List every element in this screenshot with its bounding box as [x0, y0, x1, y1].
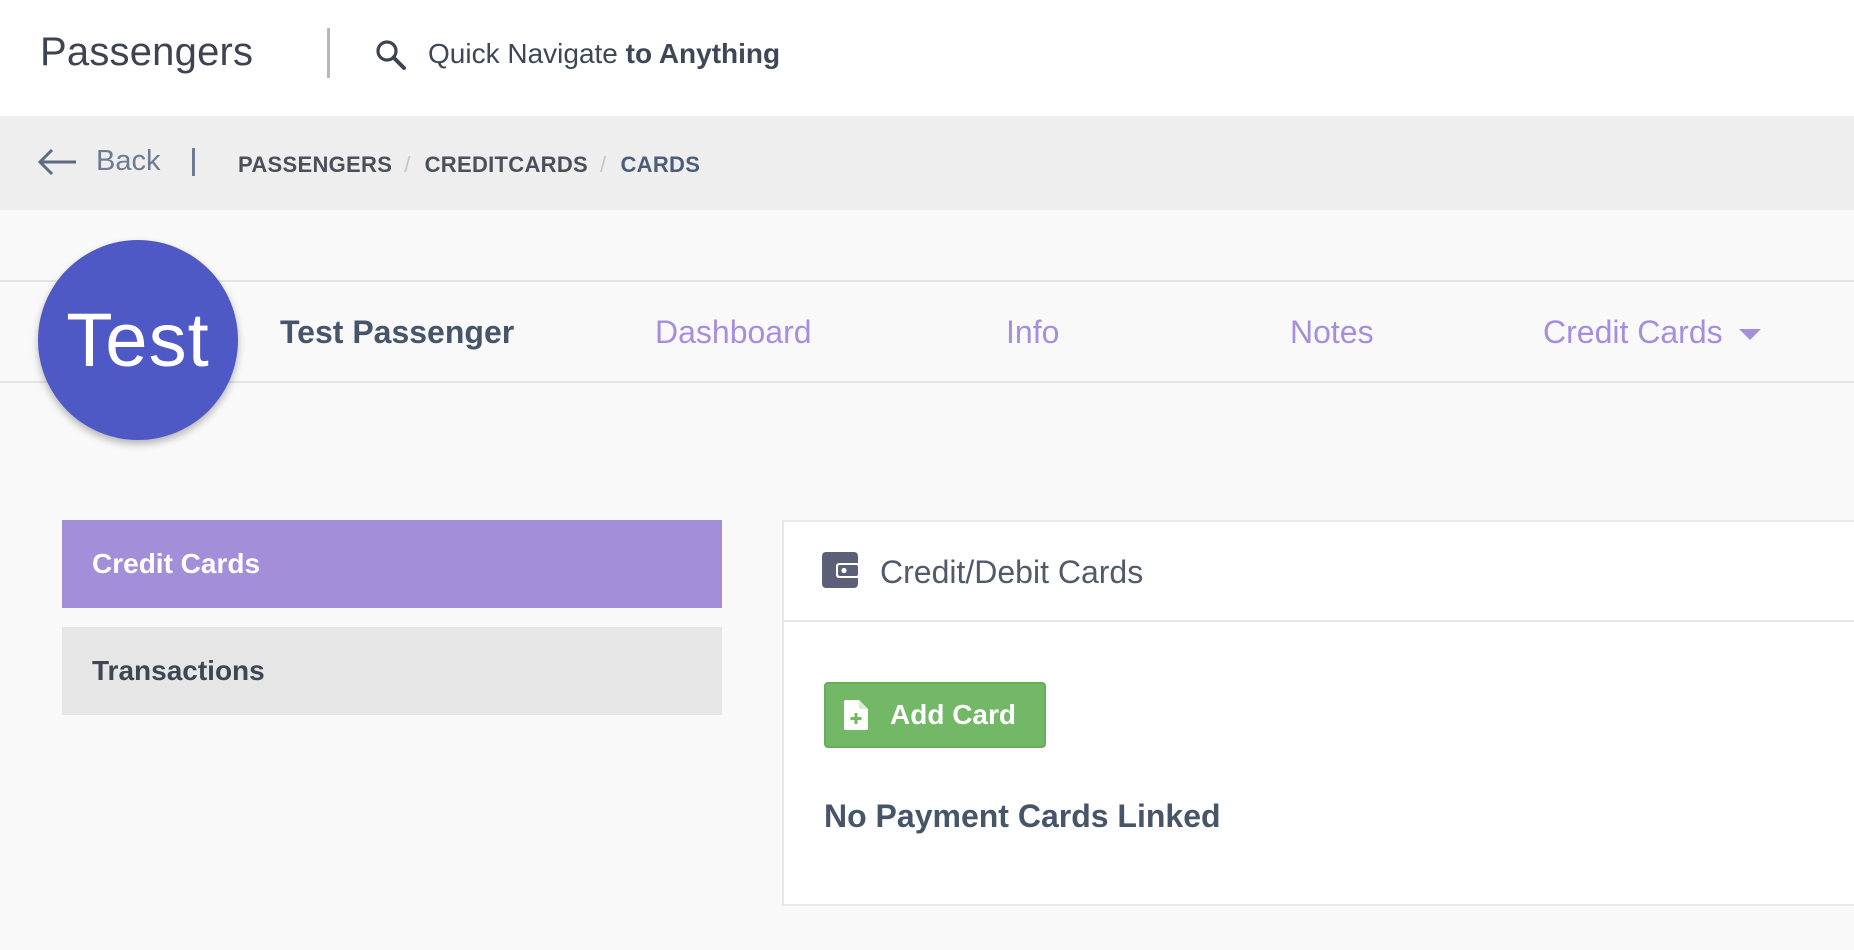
breadcrumb-cards: CARDS: [620, 152, 701, 177]
panel-header: Credit/Debit Cards: [784, 522, 1854, 622]
quick-navigate-prefix: Quick Navigate: [428, 38, 618, 69]
avatar: Test: [38, 240, 238, 440]
add-card-label: Add Card: [890, 699, 1016, 730]
search-icon[interactable]: [374, 38, 408, 72]
quick-navigate-input[interactable]: Quick Navigate to Anything: [428, 38, 780, 70]
breadcrumb-passengers[interactable]: PASSENGERS: [238, 152, 392, 178]
breadcrumb-bar: Back PASSENGERS / CREDITCARDS / CARDS: [0, 116, 1854, 210]
app-title: Passengers: [40, 30, 254, 74]
breadcrumb-creditcards[interactable]: CREDITCARDS: [425, 152, 588, 178]
breadcrumb-divider: [192, 148, 195, 176]
caret-down-icon: [1738, 329, 1761, 341]
header-divider: [327, 28, 330, 78]
panel-title: Credit/Debit Cards: [880, 554, 1144, 590]
wallet-icon: [822, 552, 860, 588]
top-bar: Passengers Quick Navigate to Anything: [0, 0, 1854, 116]
breadcrumb: PASSENGERS / CREDITCARDS / CARDS: [238, 152, 700, 178]
sidebar-item-credit-cards[interactable]: Credit Cards: [62, 520, 722, 608]
breadcrumb-slash: /: [404, 152, 411, 177]
add-card-button[interactable]: Add Card: [824, 682, 1046, 748]
empty-state-message: No Payment Cards Linked: [824, 798, 1221, 834]
cards-panel: Credit/Debit Cards Add Card No Payment C…: [782, 520, 1854, 906]
passenger-name: Test Passenger: [280, 314, 515, 350]
tab-dashboard[interactable]: Dashboard: [655, 314, 812, 351]
tab-notes[interactable]: Notes: [1290, 314, 1374, 351]
sidebar-item-transactions[interactable]: Transactions: [62, 627, 722, 715]
back-button[interactable]: Back: [96, 145, 160, 178]
file-plus-icon: [844, 700, 868, 730]
arrow-left-icon[interactable]: [36, 146, 78, 178]
tab-credit-cards-label: Credit Cards: [1543, 314, 1723, 350]
breadcrumb-slash: /: [600, 152, 607, 177]
quick-navigate-emphasis: to Anything: [625, 38, 781, 69]
tab-info[interactable]: Info: [1006, 314, 1059, 351]
tab-credit-cards[interactable]: Credit Cards: [1543, 314, 1761, 351]
